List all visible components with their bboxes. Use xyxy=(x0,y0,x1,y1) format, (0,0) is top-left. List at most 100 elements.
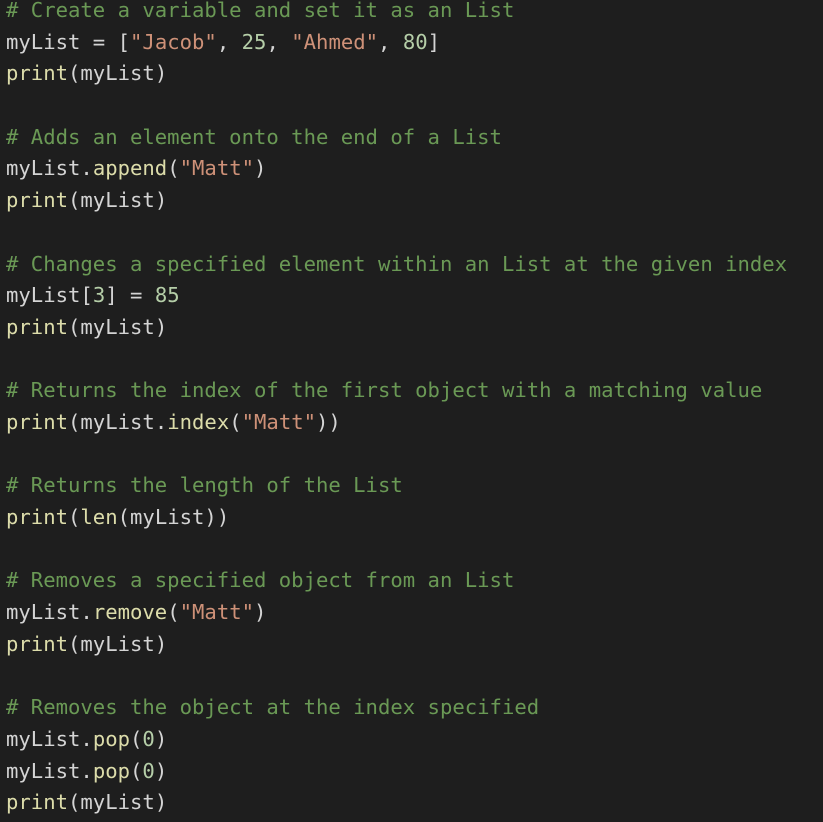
identifier-token: myList xyxy=(6,758,81,783)
comment-line[interactable]: # Returns the length of the List xyxy=(6,470,823,502)
function-token: print xyxy=(6,505,68,529)
comment-token: # Adds an element onto the end of a List xyxy=(6,124,502,149)
punctuation-token: ( xyxy=(130,726,143,751)
code-line[interactable]: myList[3] = 85 xyxy=(6,280,823,312)
punctuation-token: ( xyxy=(167,600,180,625)
string-token: "Matt" xyxy=(241,409,317,434)
identifier-token: myList xyxy=(6,156,81,181)
punctuation-token: ( xyxy=(68,188,81,213)
function-token: len xyxy=(80,505,118,529)
punctuation-token: ( xyxy=(68,505,81,529)
code-line[interactable]: print(myList) xyxy=(6,629,823,661)
code-line[interactable]: myList.append("Matt") xyxy=(6,153,823,185)
code-line[interactable]: print(myList) xyxy=(6,787,823,819)
blank-line[interactable]: ​ xyxy=(6,534,823,566)
punctuation-token: ( xyxy=(68,409,81,434)
comment-line[interactable]: # Returns the index of the first object … xyxy=(6,375,823,407)
punctuation-token: ( xyxy=(68,631,81,656)
punctuation-token: ) xyxy=(154,188,168,213)
function-token: print xyxy=(6,61,68,86)
punctuation-token: ) xyxy=(154,726,168,751)
punctuation-token: ) xyxy=(154,631,168,656)
punctuation-token: ) xyxy=(154,758,168,783)
punctuation-token: , xyxy=(378,29,403,54)
blank-line[interactable]: ​ xyxy=(6,439,823,471)
code-line[interactable]: print(myList.index("Matt")) xyxy=(6,407,823,439)
identifier-token: myList xyxy=(80,631,155,656)
punctuation-token: . xyxy=(154,409,168,434)
punctuation-token: [ xyxy=(80,283,93,308)
identifier-token: myList xyxy=(6,29,81,54)
string-token: "Ahmed" xyxy=(291,29,379,54)
punctuation-token: , xyxy=(266,29,292,54)
punctuation-token: ) xyxy=(254,156,267,181)
function-token: pop xyxy=(92,758,131,783)
comment-token: # Returns the length of the List xyxy=(6,473,403,498)
function-token: remove xyxy=(92,600,168,625)
identifier-token: myList xyxy=(80,409,155,434)
identifier-token: myList xyxy=(80,314,155,339)
punctuation-token: ) xyxy=(154,790,168,815)
blank-line[interactable]: ​ xyxy=(6,217,823,249)
blank-line[interactable]: ​ xyxy=(6,90,823,122)
string-token: "Jacob" xyxy=(130,29,217,54)
identifier-token: myList xyxy=(80,188,155,213)
punctuation-token: . xyxy=(80,758,93,783)
function-token: print xyxy=(6,188,68,213)
punctuation-token: ] = xyxy=(105,283,155,308)
code-line[interactable]: print(myList) xyxy=(6,185,823,217)
function-token: print xyxy=(6,631,68,656)
punctuation-token: ) xyxy=(254,600,267,625)
function-token: print xyxy=(6,790,68,815)
comment-line[interactable]: # Changes a specified element within an … xyxy=(6,249,823,281)
comment-line[interactable]: # Create a variable and set it as an Lis… xyxy=(6,0,823,27)
code-line[interactable]: print(myList) xyxy=(6,312,823,344)
punctuation-token: ( xyxy=(68,790,81,815)
code-line[interactable]: myList = ["Jacob", 25, "Ahmed", 80] xyxy=(6,27,823,59)
identifier-token: myList xyxy=(80,790,155,815)
punctuation-token: . xyxy=(80,156,93,181)
punctuation-token: ( xyxy=(117,505,131,529)
punctuation-token: )) xyxy=(204,505,230,529)
punctuation-token: ( xyxy=(229,409,242,434)
code-line[interactable]: print(len(myList)) xyxy=(6,502,823,534)
code-line[interactable]: myList.pop(0) xyxy=(6,756,823,788)
string-token: "Matt" xyxy=(179,600,255,625)
blank-line[interactable]: ​ xyxy=(6,344,823,376)
comment-line[interactable]: # Removes the object at the index specif… xyxy=(6,692,823,724)
function-token: index xyxy=(167,409,230,434)
string-token: "Matt" xyxy=(179,156,255,181)
identifier-token: myList xyxy=(6,726,81,751)
code-area[interactable]: # Create a variable and set it as an Lis… xyxy=(0,0,823,819)
code-line[interactable]: print(myList) xyxy=(6,58,823,90)
punctuation-token: ) xyxy=(154,314,168,339)
function-token: print xyxy=(6,314,68,339)
punctuation-token: ( xyxy=(167,156,180,181)
code-editor[interactable]: # Create a variable and set it as an Lis… xyxy=(0,0,823,822)
identifier-token: myList xyxy=(130,505,205,529)
comment-token: # Create a variable and set it as an Lis… xyxy=(6,0,515,22)
number-token: 0 xyxy=(142,758,155,783)
punctuation-token: , xyxy=(216,29,242,54)
punctuation-token: ) xyxy=(154,61,168,86)
punctuation-token: ( xyxy=(68,61,81,86)
punctuation-token: . xyxy=(80,600,93,625)
comment-line[interactable]: # Removes a specified object from an Lis… xyxy=(6,565,823,597)
punctuation-token: ] xyxy=(427,29,441,54)
code-line[interactable]: myList.remove("Matt") xyxy=(6,597,823,629)
comment-token: # Removes the object at the index specif… xyxy=(6,695,540,720)
number-token: 0 xyxy=(142,726,155,751)
punctuation-token: )) xyxy=(316,409,341,434)
punctuation-token: = [ xyxy=(80,29,131,54)
blank-line[interactable]: ​ xyxy=(6,660,823,692)
code-line[interactable]: myList.pop(0) xyxy=(6,724,823,756)
comment-line[interactable]: # Adds an element onto the end of a List xyxy=(6,122,823,154)
identifier-token: myList xyxy=(6,283,81,308)
identifier-token: myList xyxy=(6,600,81,625)
identifier-token: myList xyxy=(80,61,155,86)
punctuation-token: . xyxy=(80,726,93,751)
number-token: 80 xyxy=(402,29,428,54)
punctuation-token: ( xyxy=(130,758,143,783)
function-token: pop xyxy=(92,726,131,751)
punctuation-token: ( xyxy=(68,314,81,339)
